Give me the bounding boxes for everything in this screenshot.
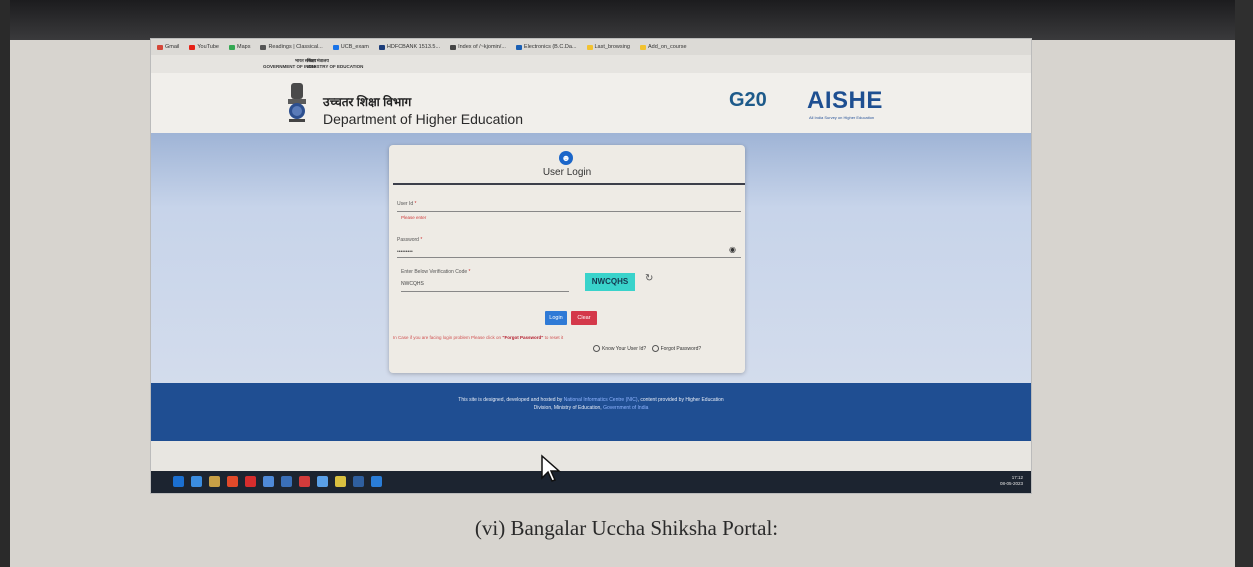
refresh-icon[interactable]: ↻: [645, 273, 653, 284]
forgot-password-radio[interactable]: [651, 345, 659, 352]
know-user-id-label[interactable]: Know Your User Id?: [602, 346, 646, 352]
bookmark-item[interactable]: Last_browsing: [586, 44, 630, 50]
user-id-input[interactable]: [397, 211, 741, 212]
bookmark-icon: [515, 44, 522, 50]
government-strip: भारत सरकार GOVERNMENT OF INDIA शिक्षा मं…: [151, 55, 1031, 74]
figure-caption: (vi) Bangalar Uccha Shiksha Portal:: [474, 516, 779, 540]
captcha-label: Enter Below Verification Code *: [401, 269, 471, 275]
know-user-id-radio[interactable]: [593, 345, 600, 352]
taskbar-app-icon[interactable]: [353, 476, 364, 487]
ministry-of-education-label: शिक्षा मंत्रालय MINISTRY OF EDUCATION: [307, 58, 364, 69]
taskbar-app-icon[interactable]: [263, 476, 274, 487]
bookmark-item[interactable]: Add_on_course: [639, 44, 687, 50]
bookmark-item[interactable]: Readings | Classical...: [260, 44, 323, 50]
forgot-password-label[interactable]: Forgot Password?: [661, 346, 702, 352]
user-icon: ☻: [559, 151, 573, 165]
photo-background-right: [1235, 0, 1253, 567]
taskbar-app-icon[interactable]: [335, 476, 346, 487]
password-label: Password *: [397, 237, 423, 243]
taskbar-app-icon[interactable]: [371, 476, 382, 487]
password-input[interactable]: [397, 257, 741, 258]
bookmark-item[interactable]: Index of /~kjomin/...: [450, 44, 506, 50]
captcha-input-value: NWCQHS: [401, 281, 424, 287]
g20-logo: G20: [729, 89, 767, 111]
forgot-password-help-link[interactable]: "Forgot Password": [502, 335, 543, 340]
bookmark-item[interactable]: UCB_exam: [332, 44, 369, 50]
title-divider: [393, 183, 745, 185]
goi-link[interactable]: Government of India: [603, 405, 648, 411]
taskbar-app-icon[interactable]: [191, 476, 202, 487]
nic-link[interactable]: National Informatics Centre (NIC): [564, 397, 638, 403]
login-button[interactable]: Login: [545, 311, 567, 325]
taskbar-icons: [173, 476, 382, 487]
bookmark-icon: [586, 44, 593, 50]
bookmark-icon: [157, 44, 163, 50]
taskbar-app-icon[interactable]: [173, 476, 184, 487]
login-options: Know Your User Id? Forgot Password?: [589, 345, 701, 352]
login-card: ☻ User Login User Id * Please enter Pass…: [389, 145, 745, 373]
mouse-cursor-icon: [541, 454, 561, 482]
department-title: Department of Higher Education: [323, 111, 523, 127]
screen-bottom-area: [151, 441, 1031, 471]
eye-icon[interactable]: ◉: [729, 245, 736, 254]
bookmark-icon: [189, 44, 196, 50]
bookmark-icon: [260, 44, 267, 50]
taskbar-app-icon[interactable]: [317, 476, 328, 487]
bookmark-item[interactable]: YouTube: [189, 44, 219, 50]
monitor-screen: Gmail YouTube Maps Readings | Classical... U…: [150, 38, 1032, 494]
password-value: •••••••••: [397, 249, 413, 255]
aishe-subtitle: All India Survey on Higher Education: [809, 115, 875, 120]
taskbar-app-icon[interactable]: [209, 476, 220, 487]
login-help-text: In Case if you are facing login problem …: [393, 335, 564, 340]
aishe-logo[interactable]: AISHE: [807, 87, 883, 115]
captcha-image: NWCQHS: [585, 273, 635, 291]
national-emblem-icon: [288, 83, 306, 122]
bookmark-icon: [639, 44, 646, 50]
bookmark-icon: [229, 44, 235, 50]
taskbar-app-icon[interactable]: [245, 476, 256, 487]
bookmark-icon: [378, 44, 385, 50]
windows-taskbar: 17:12 08-05-2023: [151, 471, 1031, 493]
footer-line-2: Division, Ministry of Education, Governm…: [533, 405, 649, 411]
bookmark-item[interactable]: Maps: [229, 44, 250, 50]
bookmarks-bar: Gmail YouTube Maps Readings | Classical... U…: [151, 39, 1031, 55]
site-footer: This site is designed, developed and hos…: [151, 383, 1031, 441]
photo-background-top: [0, 0, 1253, 40]
taskbar-app-icon[interactable]: [281, 476, 292, 487]
photo-background-left: [0, 0, 10, 567]
footer-line-1: This site is designed, developed and hos…: [458, 397, 724, 403]
user-id-error: Please enter: [401, 215, 427, 220]
taskbar-app-icon[interactable]: [299, 476, 310, 487]
captcha-input[interactable]: [401, 291, 569, 292]
user-id-label: User Id *: [397, 201, 417, 207]
bookmark-icon: [332, 44, 339, 50]
department-hindi-title: उच्चतर शिक्षा विभाग: [323, 95, 412, 109]
site-header: उच्चतर शिक्षा विभाग Department of Higher…: [151, 73, 1031, 133]
bookmark-item[interactable]: HDFCBANK 1513.5...: [378, 44, 440, 50]
bookmark-icon: [450, 44, 457, 50]
bookmark-item[interactable]: Gmail: [157, 44, 179, 50]
taskbar-clock[interactable]: 17:12 08-05-2023: [1000, 475, 1023, 487]
taskbar-app-icon[interactable]: [227, 476, 238, 487]
clear-button[interactable]: Clear: [571, 311, 597, 325]
login-title: User Login: [542, 167, 592, 178]
bookmark-item[interactable]: Electronics (B.C.Da...: [515, 44, 577, 50]
